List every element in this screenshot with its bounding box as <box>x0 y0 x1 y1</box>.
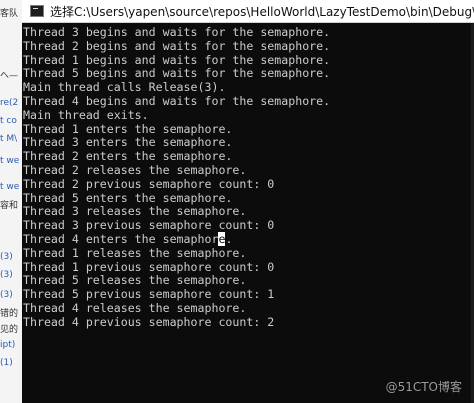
console-line: Thread 4 releases the semaphore. <box>23 300 247 315</box>
background-text-fragment: re(2 <box>0 98 19 108</box>
background-text-fragment: (1) <box>0 358 13 368</box>
console-output[interactable]: Thread 3 begins and waits for the semaph… <box>22 26 474 403</box>
background-text-fragment: 错的 <box>0 309 19 319</box>
background-text-fragment: t co <box>0 116 17 126</box>
console-line: Thread 2 releases the semaphore. <box>23 162 247 177</box>
background-text-fragment: t we <box>0 156 20 166</box>
background-text-fragment: 见的 <box>0 325 19 335</box>
background-text-fragment: t M\ <box>0 134 18 144</box>
console-line: Thread 2 previous semaphore count: 0 <box>23 176 275 191</box>
background-page-strip: 客队へ— re(2 t co t M\ t we t we 容和 (3) (3) (3) 错的见的 i… <box>0 0 22 403</box>
console-line: Thread 5 begins and waits for the semaph… <box>23 66 331 81</box>
console-line: Main thread exits. <box>23 107 149 122</box>
console-line: Thread 1 begins and waits for the semaph… <box>23 52 331 67</box>
console-line: Thread 4 previous semaphore count: 2 <box>23 314 275 329</box>
console-line: Thread 2 enters the semaphore. <box>23 149 233 164</box>
console-line: Thread 2 begins and waits for the semaph… <box>23 38 331 53</box>
background-text-fragment: ipt) <box>0 340 16 350</box>
window-titlebar[interactable]: 选择C:\Users\yapen\source\repos\HelloWorld… <box>22 0 474 23</box>
background-text-fragment: 容和 <box>0 201 19 211</box>
console-line: Thread 4 enters the semaphore. <box>23 231 233 246</box>
console-line: Thread 3 enters the semaphore. <box>23 135 233 150</box>
console-line: Thread 5 releases the semaphore. <box>23 273 247 288</box>
console-line: Thread 5 previous semaphore count: 1 <box>23 287 275 302</box>
console-line: Thread 1 previous semaphore count: 0 <box>23 259 275 274</box>
background-text-fragment: (3) <box>0 270 13 280</box>
console-line: Thread 3 begins and waits for the semaph… <box>23 26 331 39</box>
console-window[interactable]: 选择C:\Users\yapen\source\repos\HelloWorld… <box>22 0 474 403</box>
console-line: Thread 1 enters the semaphore. <box>23 121 233 136</box>
console-line: Main thread calls Release(3). <box>23 80 226 95</box>
console-line: Thread 5 enters the semaphore. <box>23 190 233 205</box>
background-text-fragment: 客队 <box>0 9 19 19</box>
background-text-fragment: (3) <box>0 290 13 300</box>
window-title: 选择C:\Users\yapen\source\repos\HelloWorld… <box>50 4 474 19</box>
console-line: Thread 4 begins and waits for the semaph… <box>23 93 331 108</box>
watermark: @51CTO博客 <box>385 380 462 394</box>
background-text-fragment: t we <box>0 182 20 192</box>
background-text-fragment: (3) <box>0 252 13 262</box>
console-line: Thread 3 previous semaphore count: 0 <box>23 218 275 233</box>
console-app-icon <box>30 5 44 17</box>
console-line: Thread 1 releases the semaphore. <box>23 245 247 260</box>
console-line: Thread 3 releases the semaphore. <box>23 204 247 219</box>
background-text-fragment: へ— <box>0 71 19 81</box>
